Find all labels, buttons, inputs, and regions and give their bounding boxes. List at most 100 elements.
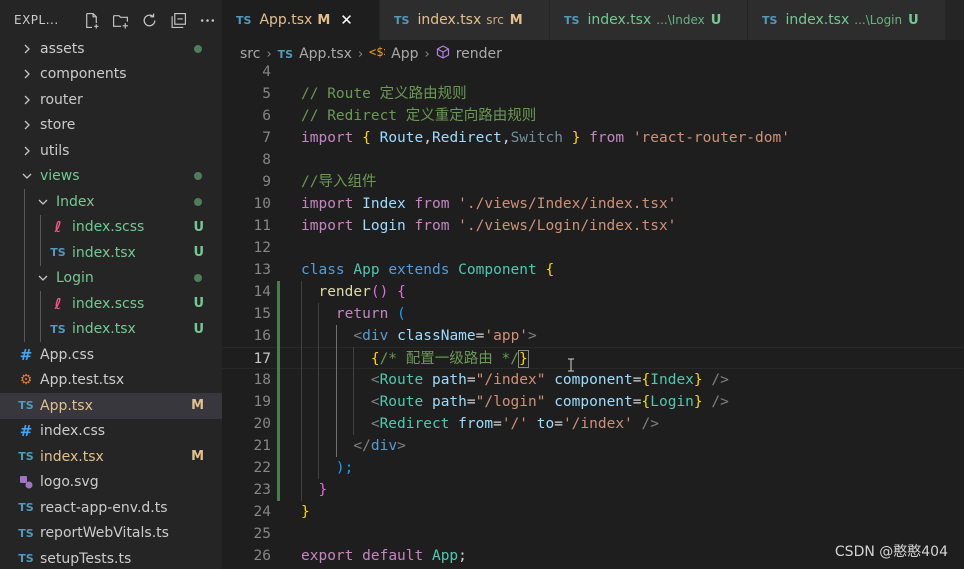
line-number: 17: [253, 351, 271, 367]
file-item[interactable]: TS index.tsx U: [0, 240, 222, 266]
method-symbol-icon: [436, 45, 450, 63]
file-item[interactable]: TS App.tsx M: [0, 393, 222, 419]
line-number: 18: [253, 372, 271, 388]
tab-index-tsx[interactable]: TS index.tsx src M: [380, 0, 550, 40]
file-item[interactable]: TS reportWebVitals.ts: [0, 521, 222, 547]
file-item[interactable]: TS react-app-env.d.ts: [0, 495, 222, 521]
code-token: Login: [650, 394, 694, 410]
ts-file-icon: TS: [50, 246, 66, 260]
file-tree: assets components router store utils views Ind…: [0, 36, 222, 569]
git-status-badge: U: [193, 245, 204, 261]
file-name: react-app-env.d.ts: [40, 499, 168, 516]
code-token: '/index': [562, 416, 633, 432]
breadcrumb-method[interactable]: render: [456, 46, 502, 62]
git-status-dot: [194, 197, 202, 206]
tab-index-tsx[interactable]: TS index.tsx ...\Login U: [748, 0, 946, 40]
file-item[interactable]: # App.css: [0, 342, 222, 368]
code-token: path: [431, 394, 467, 410]
folder-item[interactable]: store: [0, 113, 222, 139]
breadcrumb-folder[interactable]: src: [240, 46, 260, 62]
code-token: // Route 定义路由规则: [301, 86, 467, 102]
breadcrumb-class[interactable]: App: [391, 46, 418, 62]
more-icon[interactable]: [199, 12, 216, 29]
folder-item[interactable]: views: [0, 164, 222, 190]
line-number: 12: [253, 240, 271, 256]
close-icon[interactable]: ✕: [340, 11, 353, 29]
test-file-icon: ⚙: [19, 372, 33, 389]
tab-index-tsx[interactable]: TS index.tsx ...\Index U: [550, 0, 748, 40]
file-name: utils: [40, 142, 70, 159]
svg-file-icon: [18, 474, 34, 490]
code-line: 16 <div className='app'>: [222, 325, 964, 347]
code-token: <: [370, 372, 380, 388]
code-text: <Redirect from='/' to='/index' />: [301, 413, 659, 435]
new-file-icon[interactable]: [83, 12, 100, 29]
code-token: }: [301, 504, 310, 520]
explorer-title: EXPL...: [14, 13, 59, 27]
code-token: div: [370, 438, 398, 454]
indent-guide: [40, 214, 41, 266]
file-item[interactable]: TS setupTests.ts: [0, 546, 222, 569]
file-item[interactable]: ⚙ App.test.tsx: [0, 368, 222, 394]
chevron-right-icon[interactable]: [20, 42, 34, 56]
tab-git-status: U: [710, 12, 722, 28]
code-token: Redirect: [431, 130, 502, 146]
file-item[interactable]: logo.svg: [0, 470, 222, 496]
explorer-header: EXPL...: [0, 0, 222, 40]
code-line: 23 }: [222, 479, 964, 501]
file-item[interactable]: # index.css: [0, 419, 222, 445]
chevron-down-icon[interactable]: [36, 195, 50, 209]
tab-app-tsx[interactable]: TS App.tsx M ✕: [222, 0, 380, 40]
folder-item[interactable]: assets: [0, 36, 222, 62]
ts-file-icon: TS: [18, 399, 34, 413]
code-text: </div>: [301, 435, 405, 457]
file-item[interactable]: ℓ index.scss U: [0, 291, 222, 317]
code-line: 21 </div>: [222, 435, 964, 457]
line-number: 6: [262, 108, 271, 124]
folder-item[interactable]: router: [0, 87, 222, 113]
code-token: Index: [353, 196, 415, 212]
code-text: render() {: [301, 281, 405, 303]
chevron-down-icon[interactable]: [20, 169, 34, 183]
code-line: 9 //导入组件: [222, 171, 964, 193]
chevron-down-icon[interactable]: [36, 271, 50, 285]
collapse-all-icon[interactable]: [170, 12, 187, 29]
code-token: }: [318, 482, 328, 498]
code-line: 8: [222, 149, 964, 171]
chevron-right-icon[interactable]: [20, 144, 34, 158]
code-text: import Login from './views/Login/index.t…: [301, 215, 676, 237]
new-folder-icon[interactable]: [112, 12, 129, 29]
file-item[interactable]: TS index.tsx M: [0, 444, 222, 470]
code-editor[interactable]: 4 5 // Route 定义路由规则 6 // Redirect 定义重定向路由规则 7…: [222, 64, 964, 569]
line-number: 20: [253, 416, 271, 432]
code-token: =: [554, 416, 563, 432]
file-item[interactable]: TS index.tsx U: [0, 317, 222, 343]
code-token: =: [466, 394, 476, 410]
code-line: 4: [222, 64, 964, 83]
git-status-badge: U: [193, 296, 204, 312]
tab-label: index.tsx: [417, 12, 482, 28]
tab-description: ...\Index: [656, 13, 705, 27]
code-line: 5 // Route 定义路由规则: [222, 83, 964, 105]
refresh-icon[interactable]: [141, 12, 158, 29]
code-token: div: [362, 328, 389, 344]
chevron-right-icon[interactable]: [20, 67, 34, 81]
code-token: 'react-router-dom': [632, 130, 790, 146]
file-item[interactable]: ℓ index.scss U: [0, 215, 222, 241]
breadcrumb-file[interactable]: App.tsx: [299, 46, 352, 62]
folder-item[interactable]: utils: [0, 138, 222, 164]
folder-item[interactable]: components: [0, 62, 222, 88]
chevron-right-icon[interactable]: [20, 118, 34, 132]
code-text: class App extends Component {: [301, 259, 554, 281]
chevron-right-icon: ›: [424, 46, 430, 62]
code-token: }: [517, 350, 529, 368]
folder-item[interactable]: Index: [0, 189, 222, 215]
code-line: 10 import Index from './views/Index/index…: [222, 193, 964, 215]
folder-item[interactable]: Login: [0, 266, 222, 292]
chevron-right-icon[interactable]: [20, 93, 34, 107]
